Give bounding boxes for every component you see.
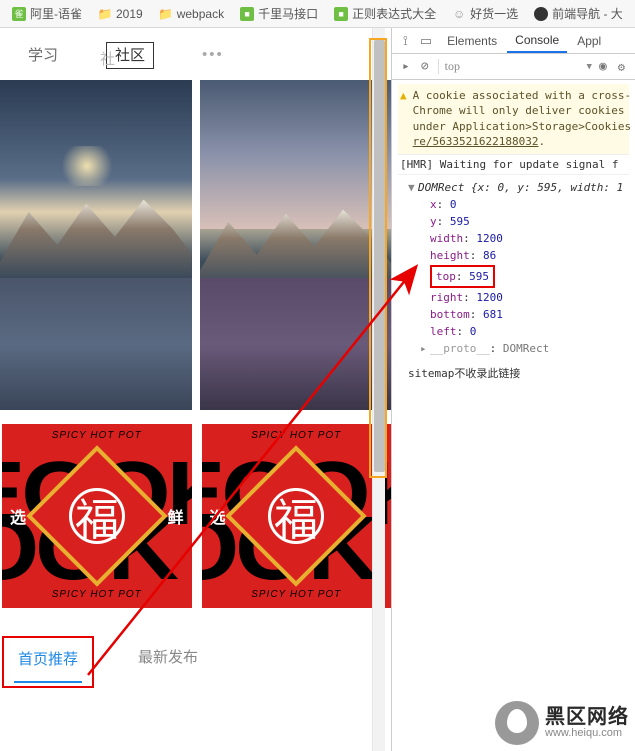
scrollbar-track[interactable]: [372, 28, 385, 751]
folder-icon: 📁: [98, 7, 112, 21]
tab-latest[interactable]: 最新发布: [134, 640, 202, 688]
smile-icon: ☺: [452, 7, 466, 21]
warning-icon: ▲: [400, 88, 407, 150]
nav-more[interactable]: •••: [194, 42, 232, 67]
clear-console-icon[interactable]: ⊘: [417, 57, 433, 76]
circle-icon: [534, 7, 548, 21]
context-filter[interactable]: top: [438, 59, 584, 74]
annotation-top-box: top: 595: [430, 265, 495, 288]
hero-image-1[interactable]: [0, 80, 192, 410]
console-warning[interactable]: ▲ A cookie associated with a cross- Chro…: [398, 84, 629, 155]
green-icon: ■: [334, 7, 348, 21]
tab-highlight-box: 首页推荐: [2, 636, 94, 688]
sidebar-toggle-icon[interactable]: ▸: [398, 57, 414, 76]
console-object-domrect[interactable]: ▼DOMRect {x: 0, y: 595, width: 1 x: 0 y:…: [398, 175, 629, 361]
chevron-down-icon[interactable]: ▼: [587, 62, 592, 72]
card-1[interactable]: SPICY HOT POT EOOK OOK 选 鲜 福 SPICY HOT P…: [2, 424, 192, 608]
gear-icon[interactable]: ⚙: [614, 58, 629, 76]
bookmark-yuque[interactable]: 雀阿里-语雀: [6, 3, 88, 24]
content-tabs: 首页推荐 最新发布: [0, 622, 391, 708]
nav-study[interactable]: 学习: [20, 40, 66, 69]
devtools-panel: ⟟ ▭ Elements Console Appl ▸ ⊘ top ▼ ◉ ⚙ …: [392, 28, 635, 751]
hero-image-2[interactable]: [200, 80, 392, 410]
console-toolbar: ▸ ⊘ top ▼ ◉ ⚙: [392, 54, 635, 80]
tab-elements[interactable]: Elements: [439, 30, 505, 52]
card-row: SPICY HOT POT EOOK OOK 选 鲜 福 SPICY HOT P…: [0, 410, 391, 622]
website-viewport: 学习 社 社区 ••• SPICY HOT POT EOOK OOK 选 鲜: [0, 28, 392, 751]
site-nav: 学习 社 社区 •••: [0, 28, 391, 80]
tab-app[interactable]: Appl: [569, 30, 609, 52]
yuque-icon: 雀: [12, 7, 26, 21]
scrollbar-thumb[interactable]: [374, 40, 385, 472]
main-area: 学习 社 社区 ••• SPICY HOT POT EOOK OOK 选 鲜: [0, 28, 635, 751]
bookmark-2019[interactable]: 📁2019: [92, 5, 149, 23]
tab-home-recommend[interactable]: 首页推荐: [14, 642, 82, 683]
console-body: ▲ A cookie associated with a cross- Chro…: [392, 80, 635, 751]
eye-icon[interactable]: ◉: [595, 57, 611, 76]
card-2[interactable]: SPICY HOT POT EOOK OOK 选 福 SPICY HOT POT: [202, 424, 392, 608]
warning-link[interactable]: re/5633521622188032: [413, 135, 539, 148]
green-icon: ■: [240, 7, 254, 21]
console-log-hmr[interactable]: [HMR] Waiting for update signal f: [398, 155, 629, 175]
hero-images: [0, 80, 391, 410]
inspect-icon[interactable]: ⟟: [398, 31, 413, 51]
console-log-sitemap[interactable]: sitemap不收录此链接: [398, 361, 629, 385]
bookmark-frontend[interactable]: 前端导航 - 大: [528, 3, 629, 24]
bookmark-qianlima[interactable]: ■千里马接口: [234, 3, 324, 24]
tab-console[interactable]: Console: [507, 29, 567, 53]
device-icon[interactable]: ▭: [415, 31, 437, 51]
bookmark-haohuo[interactable]: ☺好货一选: [446, 3, 524, 24]
folder-icon: 📁: [159, 7, 173, 21]
bookmarks-bar: 雀阿里-语雀 📁2019 📁webpack ■千里马接口 ■正则表达式大全 ☺好…: [0, 0, 635, 28]
bookmark-webpack[interactable]: 📁webpack: [153, 5, 230, 23]
devtools-tabbar: ⟟ ▭ Elements Console Appl: [392, 28, 635, 54]
bookmark-regex[interactable]: ■正则表达式大全: [328, 3, 442, 24]
